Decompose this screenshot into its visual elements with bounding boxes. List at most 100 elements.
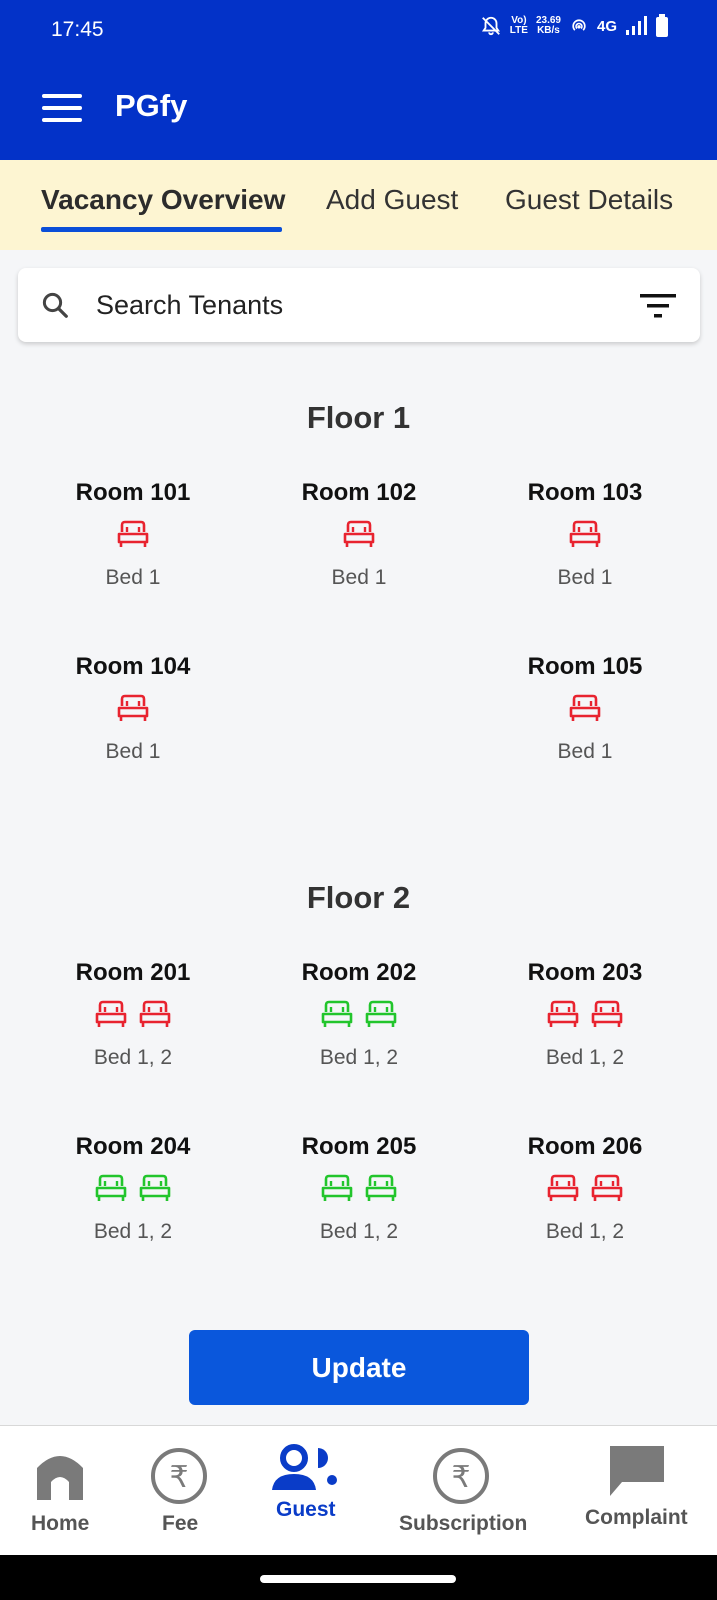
tab-bar: Vacancy Overview Add Guest Guest Details <box>0 160 717 250</box>
status-bar: 17:45 Vo) LTE 23.69 KB/s 4G <box>0 0 717 58</box>
room-name: Room 201 <box>75 959 191 986</box>
room-card[interactable]: Room 101 Bed 1 <box>33 478 233 590</box>
bed-icons <box>33 692 233 724</box>
chat-bubble-icon <box>610 1446 664 1496</box>
room-name: Room 205 <box>301 1133 417 1160</box>
bed-icons <box>33 1172 233 1204</box>
bed-occupied-icon <box>117 694 149 721</box>
bed-occupied-icon <box>591 1000 623 1027</box>
status-time: 17:45 <box>51 18 104 41</box>
bed-label: Bed 1 <box>557 740 613 763</box>
room-card[interactable]: Room 206 Bed 1, 2 <box>485 1132 685 1244</box>
bed-label: Bed 1, 2 <box>319 1046 399 1069</box>
system-nav-bar <box>0 1555 717 1600</box>
bottom-nav: Home ₹ Fee Guest ₹ Subscription Complain… <box>0 1425 717 1555</box>
room-name: Room 104 <box>75 653 191 680</box>
menu-icon[interactable] <box>42 94 82 122</box>
bed-occupied-icon <box>591 1174 623 1201</box>
bed-label: Bed 1, 2 <box>93 1220 173 1243</box>
bed-vacant-icon <box>95 1174 127 1201</box>
bed-icons <box>33 998 233 1030</box>
app-bar: PGfy <box>0 58 717 160</box>
bed-label: Bed 1, 2 <box>93 1046 173 1069</box>
floor-title: Floor 1 <box>306 400 411 435</box>
bed-occupied-icon <box>569 520 601 547</box>
tab-vacancy-overview[interactable]: Vacancy Overview <box>41 184 285 216</box>
bed-icons <box>259 998 459 1030</box>
room-name: Room 101 <box>75 479 191 506</box>
nav-item-fee[interactable]: ₹ Fee <box>120 1426 240 1556</box>
bed-label: Bed 1 <box>105 740 161 763</box>
nav-label-guest: Guest <box>276 1498 336 1521</box>
room-card[interactable]: Room 102 Bed 1 <box>259 478 459 590</box>
mute-notifications-icon <box>481 16 500 36</box>
room-name: Room 206 <box>527 1133 643 1160</box>
nav-label-complaint: Complaint <box>585 1506 688 1529</box>
network-speed: 23.69 KB/s <box>535 15 561 36</box>
floor-title: Floor 2 <box>306 880 411 915</box>
room-card[interactable]: Room 201 Bed 1, 2 <box>33 958 233 1070</box>
bed-icons <box>485 518 685 550</box>
room-card[interactable]: Room 104 Bed 1 <box>33 652 233 764</box>
room-card[interactable]: Room 205 Bed 1, 2 <box>259 1132 459 1244</box>
bed-occupied-icon <box>343 520 375 547</box>
bed-occupied-icon <box>547 1000 579 1027</box>
bed-label: Bed 1, 2 <box>545 1220 625 1243</box>
bed-occupied-icon <box>569 694 601 721</box>
nav-item-subscription[interactable]: ₹ Subscription <box>390 1426 540 1556</box>
bed-vacant-icon <box>365 1000 397 1027</box>
rupee-icon: ₹ <box>433 1448 489 1504</box>
bed-vacant-icon <box>321 1174 353 1201</box>
svg-text:₹: ₹ <box>169 1460 188 1495</box>
room-name: Room 103 <box>527 479 643 506</box>
room-name: Room 105 <box>527 653 643 680</box>
bed-occupied-icon <box>139 1000 171 1027</box>
nav-item-guest[interactable]: Guest <box>240 1426 370 1556</box>
home-icon <box>37 1456 83 1500</box>
app-title: PGfy <box>115 88 188 123</box>
bed-icons <box>259 1172 459 1204</box>
search-icon <box>42 292 68 318</box>
room-card[interactable]: Room 203 Bed 1, 2 <box>485 958 685 1070</box>
bed-icons <box>33 518 233 550</box>
nav-item-home[interactable]: Home <box>0 1426 120 1556</box>
hotspot-icon <box>572 19 586 31</box>
network-type: 4G <box>596 17 617 35</box>
room-card[interactable]: Room 105 Bed 1 <box>485 652 685 764</box>
filter-icon[interactable] <box>640 292 676 320</box>
room-card[interactable]: Room 204 Bed 1, 2 <box>33 1132 233 1244</box>
bed-icons <box>485 998 685 1030</box>
nav-item-complaint[interactable]: Complaint <box>570 1426 710 1556</box>
bed-label: Bed 1, 2 <box>319 1220 399 1243</box>
signal-icon <box>626 16 647 35</box>
room-name: Room 204 <box>75 1133 191 1160</box>
bed-occupied-icon <box>95 1000 127 1027</box>
nav-label-subscription: Subscription <box>399 1512 528 1535</box>
volte-icon: Vo) LTE <box>509 15 528 36</box>
home-gesture-handle[interactable] <box>260 1575 456 1583</box>
bed-occupied-icon <box>117 520 149 547</box>
room-name: Room 202 <box>301 959 417 986</box>
rupee-icon: ₹ <box>151 1448 207 1504</box>
bed-icons <box>485 1172 685 1204</box>
room-name: Room 203 <box>527 959 643 986</box>
bed-vacant-icon <box>321 1000 353 1027</box>
active-tab-indicator <box>41 227 282 232</box>
nav-label-home: Home <box>31 1512 90 1535</box>
tab-add-guest[interactable]: Add Guest <box>326 184 458 216</box>
room-card[interactable]: Room 202 Bed 1, 2 <box>259 958 459 1070</box>
bed-label: Bed 1 <box>331 566 387 589</box>
bed-icons <box>259 518 459 550</box>
bed-occupied-icon <box>547 1174 579 1201</box>
update-button[interactable]: Update <box>189 1330 529 1405</box>
room-name: Room 102 <box>301 479 417 506</box>
search-input[interactable] <box>96 282 616 328</box>
svg-text:₹: ₹ <box>451 1460 470 1495</box>
tab-guest-details[interactable]: Guest Details <box>505 184 673 216</box>
room-card[interactable]: Room 103 Bed 1 <box>485 478 685 590</box>
bed-label: Bed 1 <box>557 566 613 589</box>
guests-icon <box>272 1444 337 1490</box>
bed-icons <box>485 692 685 724</box>
nav-label-fee: Fee <box>162 1512 199 1535</box>
bed-label: Bed 1 <box>105 566 161 589</box>
